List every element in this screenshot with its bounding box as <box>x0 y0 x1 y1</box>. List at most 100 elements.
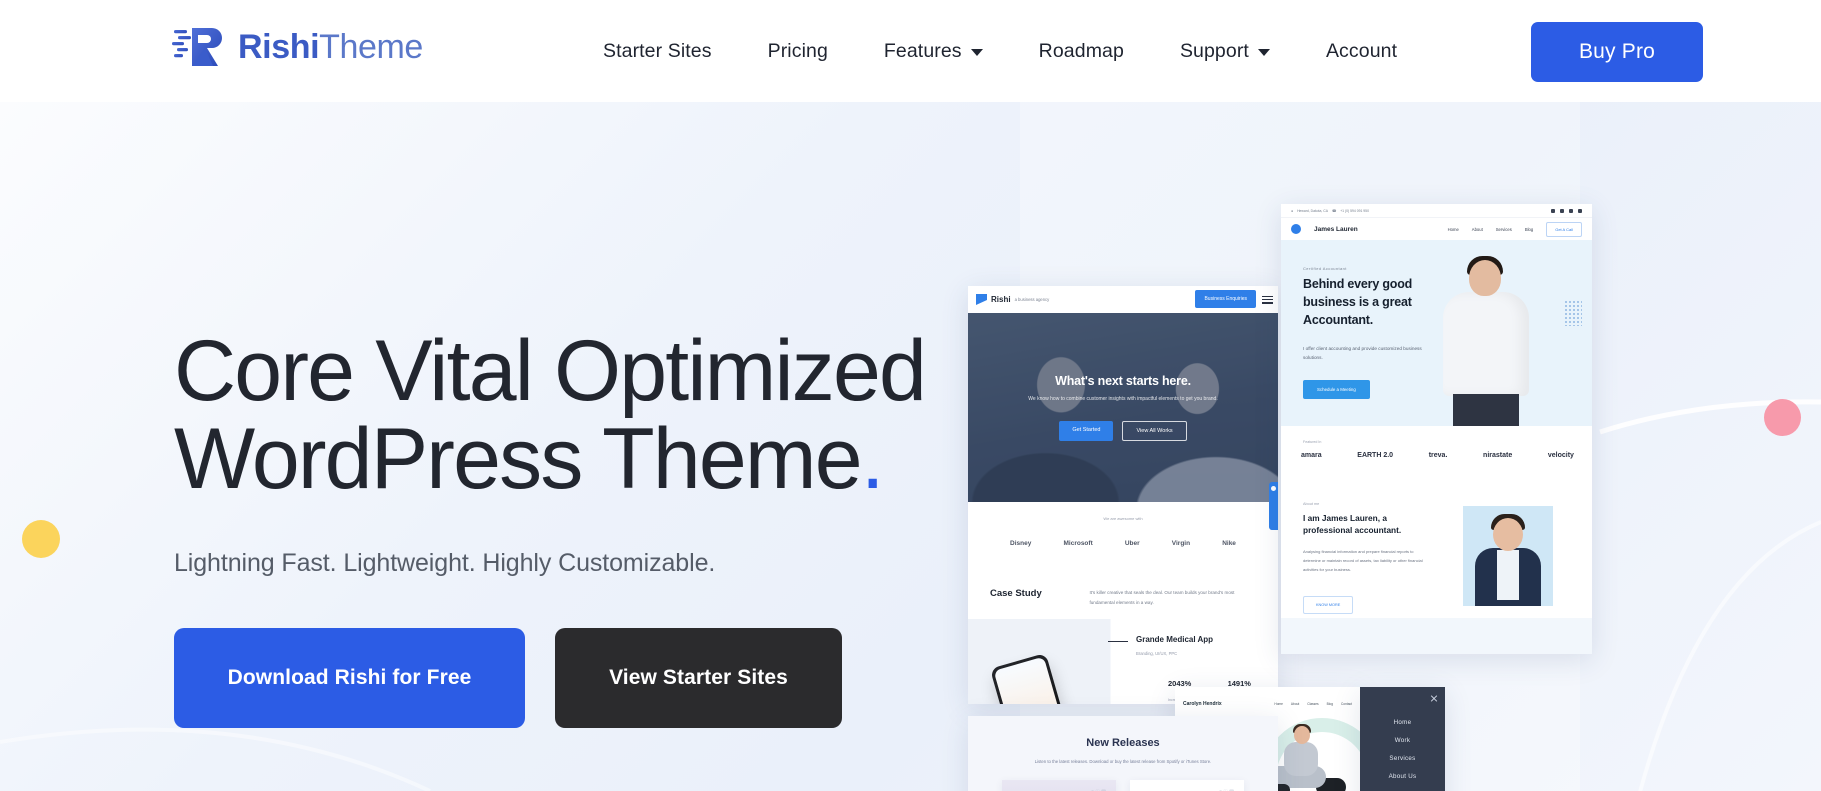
mockup-featured-brand: nirastate <box>1483 452 1513 459</box>
mockup-accountant-logo-icon <box>1291 224 1301 234</box>
mockup-accountant-nav: James Lauren Home About Services Blog Ge… <box>1281 218 1592 240</box>
mockup-brand-logo: Uber <box>1124 540 1140 547</box>
mockup-music-heading: New Releases <box>1086 737 1160 749</box>
mockup-accountant-body: I offer client accounting and provide cu… <box>1303 346 1422 361</box>
hero-mockup-collage: Rishi a business agency Business Enquiri… <box>955 204 1821 791</box>
mockup-featured-brand: EARTH 2.0 <box>1357 452 1394 459</box>
hamburger-menu-icon <box>1262 294 1273 306</box>
mockup-music-card: ♫ ♡ ▤ Titanium Michael Lane Shadow Buy N… <box>1002 780 1116 791</box>
mockup-dark-menu-list: Home Work Services About Us News <box>1360 719 1445 791</box>
decorative-dot-grid <box>1564 300 1582 326</box>
hero-copy: Core Vital Optimized WordPress Theme. Li… <box>174 327 934 729</box>
location-pin-icon: ● <box>1291 208 1294 213</box>
mockup-agency-hero: What's next starts here. We know how to … <box>968 313 1278 502</box>
mockup-accountant-topbar: ● Heward, Dakota, CA ☎ +1 (0) 594 091 95… <box>1281 204 1592 218</box>
divider <box>1108 640 1128 643</box>
nav-label: Pricing <box>767 39 828 62</box>
headline-accent-dot: . <box>860 410 885 507</box>
mockup-accountant-about: About me I am James Lauren, a profession… <box>1281 486 1592 618</box>
hero-subheadline: Lightning Fast. Lightweight. Highly Cust… <box>174 549 716 578</box>
mockup-agency-btn-primary: Get Started <box>1059 420 1114 441</box>
mockup-about-cta: KNOW MORE <box>1303 596 1354 614</box>
logo-text: RishiTheme <box>238 30 423 64</box>
mockup-accountant-hero: Certified Accountant Behind every good b… <box>1281 240 1592 426</box>
mockup-fitness-nav: Carolyn Hendrix Home About Classes Blog … <box>1175 696 1360 712</box>
nav-item-pricing[interactable]: Pricing <box>740 40 856 63</box>
mockup-nav-link: Home <box>1274 702 1283 706</box>
mockup-agency-header: Rishi a business agency Business Enquiri… <box>968 286 1278 313</box>
mockup-case-study-title: Case Study <box>990 588 1042 599</box>
mockup-agency-hero-title: What's next starts here. <box>1055 374 1191 389</box>
mockup-brand-logo: Nike <box>1222 540 1236 547</box>
mockup-nav-link: Contact <box>1341 702 1352 706</box>
mockup-music-site[interactable]: New Releases Listen to the latest releas… <box>968 716 1278 791</box>
mockup-accountant-featured: Featured In amara EARTH 2.0 treva. niras… <box>1281 426 1592 486</box>
nav-item-roadmap[interactable]: Roadmap <box>1011 40 1152 63</box>
mockup-accountant-nav-cta: Get A Call <box>1546 221 1582 237</box>
mockup-accountant-address: Heward, Dakota, CA <box>1297 208 1328 213</box>
nav-item-features[interactable]: Features <box>856 40 1011 63</box>
rishi-speed-logo-icon <box>172 28 222 66</box>
nav-label: Roadmap <box>1038 39 1124 62</box>
mockup-featured-caption: Featured In <box>1303 440 1322 444</box>
mockup-agency-brands-caption: We are awesome with <box>1103 516 1143 521</box>
decorative-yellow-circle <box>22 520 60 558</box>
mockup-work-title: Grande Medical App <box>1136 634 1214 644</box>
nav-label: Features <box>883 39 962 62</box>
download-rishi-button[interactable]: Download Rishi for Free <box>174 628 525 729</box>
mockup-agency-brand: Rishi <box>991 295 1011 304</box>
nav-label: Support <box>1179 39 1249 62</box>
mockup-agency-logo-icon <box>976 294 987 305</box>
hero-cta-row: Download Rishi for Free View Starter Sit… <box>174 628 934 729</box>
mockup-nav-link: Home <box>1447 226 1459 232</box>
mockup-nav-link: Blog <box>1326 702 1333 706</box>
primary-navigation: Starter Sites Pricing Features Roadmap S… <box>575 0 1425 102</box>
mockup-agency-site[interactable]: Rishi a business agency Business Enquiri… <box>968 286 1278 704</box>
mockup-agency-btn-secondary: View All Works <box>1122 420 1187 441</box>
mockup-accountant-brand: James Lauren <box>1314 225 1358 233</box>
mockup-about-body: Analysing financial information and prep… <box>1303 549 1423 572</box>
buy-pro-button[interactable]: Buy Pro <box>1531 22 1703 82</box>
mockup-dark-menu[interactable]: Home Work Services About Us News Busines… <box>1360 687 1445 791</box>
nav-label: Starter Sites <box>603 39 712 62</box>
landing-page: RishiTheme Starter Sites Pricing Feature… <box>0 0 1821 791</box>
mockup-agency-case-study: Case Study It's killer creative that sea… <box>968 574 1278 609</box>
mockup-about-caption: About me <box>1303 502 1320 506</box>
mockup-accountant-cta: Schedule a Meeting <box>1303 380 1370 399</box>
mockup-menu-item: About Us <box>1388 773 1417 780</box>
site-logo[interactable]: RishiTheme <box>172 24 423 70</box>
view-starter-sites-button[interactable]: View Starter Sites <box>555 628 842 729</box>
mockup-phone-image <box>989 652 1073 704</box>
hero-section: Core Vital Optimized WordPress Theme. Li… <box>0 102 1821 791</box>
mockup-brand-logo: Microsoft <box>1063 540 1093 547</box>
close-icon[interactable] <box>1430 694 1438 702</box>
mockup-accountant-headline: Behind every good business is a great Ac… <box>1303 277 1413 327</box>
chevron-down-icon <box>970 49 983 56</box>
mockup-agency-brands: We are awesome with Disney Microsoft Ube… <box>968 502 1278 574</box>
nav-label: Account <box>1325 39 1398 62</box>
mockup-accountant-phone: +1 (0) 594 091 950 <box>1340 208 1369 213</box>
mockup-work-meta: Branding, UI/UX, PPC <box>1136 650 1178 656</box>
phone-icon: ☎ <box>1331 208 1337 213</box>
mockup-about-title: I am James Lauren, a professional accoun… <box>1303 513 1402 536</box>
mockup-need-help-tab <box>1269 482 1278 530</box>
page-title: Core Vital Optimized WordPress Theme. <box>174 327 934 503</box>
mockup-menu-item: Services <box>1389 755 1416 762</box>
chevron-down-icon <box>1257 49 1270 56</box>
nav-item-starter-sites[interactable]: Starter Sites <box>575 40 740 63</box>
mockup-accountant-eyebrow: Certified Accountant <box>1303 266 1347 271</box>
mockup-brand-logo: Virgin <box>1171 540 1191 547</box>
headline-line-1: Core Vital Optimized <box>174 323 927 419</box>
social-icons <box>1551 208 1582 213</box>
mockup-case-study-body: It's killer creative that seals the deal… <box>1089 590 1235 605</box>
mockup-nav-link: Classes <box>1307 702 1319 706</box>
nav-item-account[interactable]: Account <box>1298 40 1425 63</box>
mockup-fitness-brand: Carolyn Hendrix <box>1183 701 1222 707</box>
mockup-agency-cta: Business Enquiries <box>1195 290 1256 308</box>
mockup-nav-link: Services <box>1495 226 1512 232</box>
mockup-music-card: ♫ ♡ ▤ Heathens Monarch Aureline Rogue Bu… <box>1130 780 1244 791</box>
mockup-accountant-site[interactable]: ● Heward, Dakota, CA ☎ +1 (0) 594 091 95… <box>1281 204 1592 654</box>
mockup-agency-tagline: a business agency <box>1014 297 1050 302</box>
nav-item-support[interactable]: Support <box>1152 40 1298 63</box>
headline-line-2: WordPress Theme <box>174 410 863 507</box>
